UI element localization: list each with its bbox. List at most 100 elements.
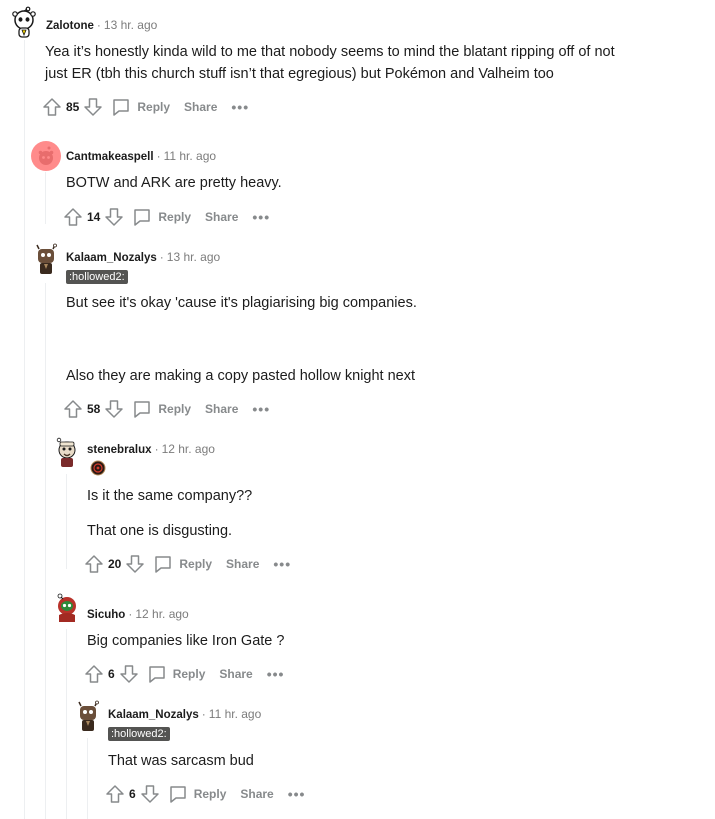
default-avatar-icon <box>31 141 61 171</box>
flair-emblem-icon <box>90 460 106 476</box>
reply-button[interactable]: Reply <box>132 207 191 227</box>
speech-bubble-icon <box>169 786 186 803</box>
ellipsis-icon[interactable]: ••• <box>267 666 285 682</box>
ellipsis-icon[interactable]: ••• <box>252 209 270 225</box>
arrow-down-icon[interactable] <box>140 784 160 804</box>
vote-count: 58 <box>87 402 101 416</box>
arrow-down-icon[interactable] <box>104 207 124 227</box>
vote-count: 20 <box>108 557 122 571</box>
arrow-down-icon[interactable] <box>83 97 103 117</box>
speech-bubble-icon <box>113 99 130 116</box>
comment-actions: 58 Reply Share ••• <box>63 397 270 421</box>
comment-line: That was sarcasm bud <box>108 753 254 769</box>
comment-actions: 20 Reply Share ••• <box>84 552 291 576</box>
ellipsis-icon[interactable]: ••• <box>288 786 306 802</box>
reply-button[interactable]: Reply <box>147 664 206 684</box>
avatar[interactable] <box>8 6 40 38</box>
snoo-avatar-icon <box>78 700 99 731</box>
speech-bubble-icon <box>155 556 172 573</box>
comment-meta: Kalaam_Nozalys · 13 hr. ago <box>66 249 220 266</box>
separator: · <box>159 250 164 264</box>
arrow-down-icon[interactable] <box>104 399 124 419</box>
thread-line-3[interactable] <box>45 283 46 819</box>
arrow-down-icon[interactable] <box>119 664 139 684</box>
share-button[interactable]: Share <box>219 667 252 681</box>
ellipsis-icon[interactable]: ••• <box>273 556 291 572</box>
timestamp[interactable]: 11 hr. ago <box>164 149 217 163</box>
avatar[interactable] <box>51 436 83 468</box>
username[interactable]: Zalotone <box>46 20 94 32</box>
comment-meta: Kalaam_Nozalys · 11 hr. ago <box>108 706 261 723</box>
separator: · <box>154 442 159 456</box>
reply-label: Reply <box>179 557 213 571</box>
timestamp[interactable]: 13 hr. ago <box>167 250 220 264</box>
share-button[interactable]: Share <box>240 787 273 801</box>
reply-button[interactable]: Reply <box>153 554 212 574</box>
comment-line: Is it the same company?? <box>87 488 253 504</box>
comment-line: Yea it’s honestly kinda wild to me that … <box>45 44 615 60</box>
reply-button[interactable]: Reply <box>168 784 227 804</box>
comment-line: just ER (tbh this church stuff isn’t tha… <box>45 66 554 82</box>
avatar[interactable] <box>30 243 62 275</box>
speech-bubble-icon <box>134 209 151 226</box>
username[interactable]: Kalaam_Nozalys <box>108 709 199 721</box>
comment-meta: Cantmakeaspell · 11 hr. ago <box>66 148 216 165</box>
thread-line-2[interactable] <box>45 172 46 224</box>
ellipsis-icon[interactable]: ••• <box>231 99 249 115</box>
arrow-up-icon[interactable] <box>84 664 104 684</box>
share-button[interactable]: Share <box>205 402 238 416</box>
thread-line-1[interactable] <box>24 40 25 819</box>
arrow-up-icon[interactable] <box>63 207 83 227</box>
vote-count: 6 <box>108 667 115 681</box>
speech-bubble-icon <box>134 401 151 418</box>
arrow-down-icon[interactable] <box>125 554 145 574</box>
avatar[interactable] <box>72 700 104 732</box>
user-flair: :hollowed2: <box>108 727 170 741</box>
timestamp[interactable]: 12 hr. ago <box>135 607 188 621</box>
comment-meta: stenebralux · 12 hr. ago <box>87 441 215 458</box>
vote-count: 14 <box>87 210 101 224</box>
timestamp[interactable]: 12 hr. ago <box>162 442 215 456</box>
timestamp[interactable]: 11 hr. ago <box>209 707 262 721</box>
reply-label: Reply <box>158 210 192 224</box>
separator: · <box>96 18 101 32</box>
comment-actions: 6 Reply Share ••• <box>84 662 284 686</box>
arrow-up-icon[interactable] <box>42 97 62 117</box>
arrow-up-icon[interactable] <box>84 554 104 574</box>
ellipsis-icon[interactable]: ••• <box>252 401 270 417</box>
reply-label: Reply <box>172 667 206 681</box>
username[interactable]: Cantmakeaspell <box>66 151 154 163</box>
username[interactable]: Sicuho <box>87 609 125 621</box>
separator: · <box>128 607 133 621</box>
separator: · <box>156 149 161 163</box>
share-button[interactable]: Share <box>205 210 238 224</box>
share-button[interactable]: Share <box>184 100 217 114</box>
vote-count: 85 <box>66 100 80 114</box>
speech-bubble-icon <box>148 666 165 683</box>
arrow-up-icon[interactable] <box>105 784 125 804</box>
reply-label: Reply <box>193 787 227 801</box>
username[interactable]: Kalaam_Nozalys <box>66 252 157 264</box>
thread-line-5[interactable] <box>66 629 67 819</box>
reply-button[interactable]: Reply <box>132 399 191 419</box>
comment-meta: Zalotone · 13 hr. ago <box>46 17 157 34</box>
reply-label: Reply <box>158 402 192 416</box>
reply-button[interactable]: Reply <box>111 97 170 117</box>
comment-line: Big companies like Iron Gate ? <box>87 633 285 649</box>
reply-label: Reply <box>137 100 171 114</box>
avatar[interactable] <box>30 140 62 172</box>
snoo-avatar-icon <box>36 243 57 274</box>
user-flair: :hollowed2: <box>66 270 128 284</box>
arrow-up-icon[interactable] <box>63 399 83 419</box>
snoo-avatar-icon <box>12 6 36 38</box>
share-button[interactable]: Share <box>226 557 259 571</box>
snoo-avatar-icon <box>56 437 76 467</box>
username[interactable]: stenebralux <box>87 444 152 456</box>
comment-line: Also they are making a copy pasted hollo… <box>66 368 416 384</box>
avatar[interactable] <box>51 591 83 623</box>
timestamp[interactable]: 13 hr. ago <box>104 18 157 32</box>
comment-line: That one is disgusting. <box>87 523 233 539</box>
separator: · <box>201 707 206 721</box>
thread-line-4[interactable] <box>66 474 67 569</box>
thread-line-6[interactable] <box>87 738 88 819</box>
